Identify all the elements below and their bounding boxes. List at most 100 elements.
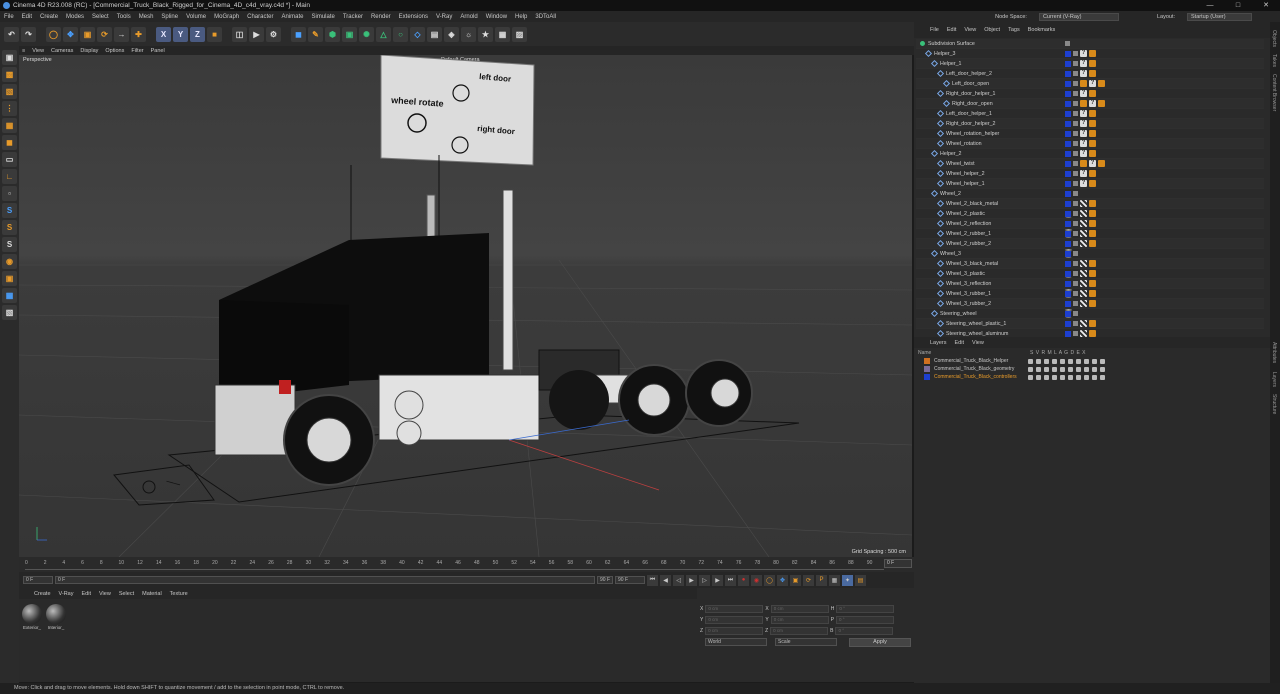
layer-toggle-icon[interactable]: [1100, 366, 1105, 372]
pla-key-icon[interactable]: ▦: [829, 574, 840, 586]
layer-color-swatch[interactable]: [1065, 290, 1071, 297]
coordinate-field[interactable]: 0 cm: [705, 627, 764, 635]
texture-tag-icon[interactable]: [1080, 200, 1087, 207]
menu-simulate[interactable]: Simulate: [312, 14, 335, 20]
xpresso-tag-icon[interactable]: [1089, 150, 1096, 157]
xpresso-tag-icon[interactable]: [1089, 210, 1096, 217]
object-row[interactable]: Wheel_helper_2?: [916, 169, 1264, 179]
layer-color-swatch[interactable]: [1065, 50, 1071, 57]
world-dropdown[interactable]: World: [705, 638, 767, 646]
xpresso-tag-icon[interactable]: [1089, 70, 1096, 77]
vray-icon[interactable]: ★: [478, 26, 493, 42]
move-tool-icon[interactable]: ✥: [63, 26, 78, 42]
texture-tag-icon[interactable]: [1080, 330, 1087, 337]
xpresso-tag-icon[interactable]: [1098, 100, 1105, 107]
menu-tools[interactable]: Tools: [117, 14, 131, 20]
xpresso-tag-icon[interactable]: [1089, 300, 1096, 307]
record-keys-icon[interactable]: ●: [738, 574, 749, 586]
object-row[interactable]: Left_door_open?: [916, 79, 1264, 89]
xpresso-tag-icon[interactable]: [1089, 260, 1096, 267]
layer-toggle-icon[interactable]: [1084, 358, 1089, 364]
menu-create[interactable]: Create: [40, 14, 58, 20]
helper-tag-icon[interactable]: ?: [1080, 140, 1087, 147]
material-menu-vray[interactable]: V-Ray: [59, 591, 74, 597]
layer-toggle-icon[interactable]: [1044, 358, 1049, 364]
minimize-icon[interactable]: —: [1196, 0, 1224, 11]
object-menu-file[interactable]: File: [930, 27, 939, 33]
z-axis-icon[interactable]: Z: [190, 26, 205, 42]
layer-toggle-icon[interactable]: [1092, 374, 1097, 380]
render-settings-icon[interactable]: ⚙: [266, 26, 281, 42]
uv-mode-icon[interactable]: ▭: [2, 152, 17, 167]
xpresso-tag-icon[interactable]: [1080, 100, 1087, 107]
cube-icon[interactable]: ◼: [291, 26, 306, 42]
visibility-toggle-icon[interactable]: [1073, 251, 1078, 256]
xpresso-tag-icon[interactable]: [1089, 60, 1096, 67]
material-item[interactable]: Exterior_: [21, 604, 43, 630]
coordinate-field[interactable]: 0 cm: [770, 627, 829, 635]
xpresso-tag-icon[interactable]: [1089, 120, 1096, 127]
snap-settings-icon[interactable]: S: [2, 220, 17, 235]
menu-character[interactable]: Character: [247, 14, 273, 20]
layer-color-swatch[interactable]: [1065, 310, 1071, 317]
prev-frame-icon[interactable]: ◁: [673, 574, 684, 586]
vray-settings-icon[interactable]: ▨: [512, 26, 527, 42]
layer-color-swatch[interactable]: [924, 358, 930, 364]
visibility-toggle-icon[interactable]: [1073, 111, 1078, 116]
layer-toggle-icon[interactable]: [1052, 366, 1057, 372]
xpresso-tag-icon[interactable]: [1089, 90, 1096, 97]
layer-toggle-icon[interactable]: [1060, 374, 1065, 380]
timeline[interactable]: 0 2 4 6 8 10 12 14 16 18 20 22 24 26 28 30 32 34 36 38 40 42 4…: [19, 557, 914, 572]
menu-vray[interactable]: V-Ray: [436, 14, 452, 20]
next-key-icon[interactable]: ▶: [712, 574, 723, 586]
xpresso-tag-icon[interactable]: [1080, 160, 1087, 167]
object-row[interactable]: Wheel_3_plastic: [916, 269, 1264, 293]
layer-toggle-icon[interactable]: [1100, 374, 1105, 380]
texture-tag-icon[interactable]: [1080, 300, 1087, 307]
menu-extensions[interactable]: Extensions: [399, 14, 428, 20]
xpresso-tag-icon[interactable]: [1089, 280, 1096, 287]
polygons-mode-icon[interactable]: ◼: [2, 135, 17, 150]
floor-icon[interactable]: ▤: [427, 26, 442, 42]
current-frame-field[interactable]: 0 F: [884, 559, 912, 568]
visibility-toggle-icon[interactable]: [1073, 201, 1078, 206]
layer-color-swatch[interactable]: [1065, 230, 1071, 237]
xpresso-tag-icon[interactable]: [1089, 220, 1096, 227]
field-icon[interactable]: ○: [393, 26, 408, 42]
layer-toggle-icon[interactable]: [1060, 366, 1065, 372]
workplane-icon[interactable]: S: [2, 237, 17, 252]
material-item[interactable]: Interior_: [45, 604, 67, 630]
visibility-toggle-icon[interactable]: [1073, 331, 1078, 336]
visibility-toggle-icon[interactable]: [1073, 141, 1078, 146]
object-row[interactable]: Subdivision Surface: [916, 39, 1264, 49]
light-icon[interactable]: ☼: [461, 26, 476, 42]
tweak-mode-icon[interactable]: ▫: [2, 186, 17, 201]
model-mode-icon[interactable]: ▩: [2, 67, 17, 82]
menu-spline[interactable]: Spline: [161, 14, 178, 20]
viewport-menu-panel[interactable]: Panel: [151, 48, 165, 54]
y-axis-icon[interactable]: Y: [173, 26, 188, 42]
layer-toggle-icon[interactable]: [1060, 358, 1065, 364]
layer-color-swatch[interactable]: [1065, 270, 1071, 277]
menu-help[interactable]: Help: [515, 14, 527, 20]
layer-color-swatch[interactable]: [1065, 280, 1071, 287]
visibility-toggle-icon[interactable]: [1073, 321, 1078, 326]
visibility-toggle-icon[interactable]: [1073, 61, 1078, 66]
vray-render-icon[interactable]: ▦: [495, 26, 510, 42]
layer-color-swatch[interactable]: [1065, 300, 1071, 307]
layer-color-swatch[interactable]: [1065, 180, 1071, 187]
visibility-toggle-icon[interactable]: [1073, 51, 1078, 56]
xpresso-tag-icon[interactable]: [1089, 110, 1096, 117]
helper-tag-icon[interactable]: ?: [1080, 70, 1087, 77]
undo-icon[interactable]: ↶: [4, 26, 19, 42]
layer-toggle-icon[interactable]: [1052, 358, 1057, 364]
layer-toggle-icon[interactable]: [1076, 374, 1081, 380]
viewport-menu-filter[interactable]: Filter: [131, 48, 143, 54]
object-menu-object[interactable]: Object: [984, 27, 1000, 33]
cloner-icon[interactable]: ✺: [359, 26, 374, 42]
layer-toggle-icon[interactable]: [1028, 366, 1033, 372]
snap-icon[interactable]: S: [2, 203, 17, 218]
motion-icon[interactable]: ✦: [842, 574, 853, 586]
visibility-toggle-icon[interactable]: [1073, 121, 1078, 126]
viewport-menu-display[interactable]: Display: [80, 48, 98, 54]
